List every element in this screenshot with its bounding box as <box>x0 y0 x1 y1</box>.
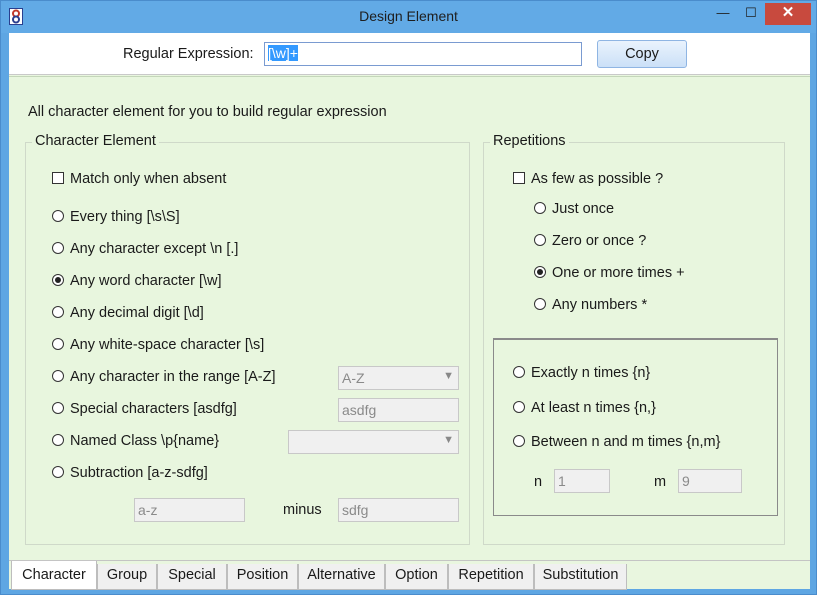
option-label: Between n and m times {n,m} <box>531 434 721 450</box>
tab-character[interactable]: Character <box>11 561 97 590</box>
tab-repetition[interactable]: Repetition <box>448 564 534 590</box>
rep-option-one-or-more[interactable]: One or more times + <box>534 265 685 281</box>
option-label: Subtraction [a-z-sdfg] <box>70 465 208 481</box>
radio-circle[interactable] <box>52 306 64 318</box>
panel-description: All character element for you to build r… <box>28 104 387 120</box>
minimize-icon[interactable]: — <box>709 3 737 25</box>
count-options-box: Exactly n times {n} At least n times {n,… <box>493 338 778 516</box>
client-area: Regular Expression: [\w]+ Copy All chara… <box>9 33 810 590</box>
count-option-exactly[interactable]: Exactly n times {n} <box>513 365 650 381</box>
char-option-decimal-digit[interactable]: Any decimal digit [\d] <box>52 305 204 321</box>
radio-circle[interactable] <box>534 202 546 214</box>
char-option-range[interactable]: Any character in the range [A-Z] <box>52 369 276 385</box>
m-label: m <box>654 474 667 490</box>
option-label: Any white-space character [\s] <box>70 337 265 353</box>
radio-circle[interactable] <box>513 366 525 378</box>
chevron-down-icon[interactable]: ▼ <box>443 370 454 382</box>
option-label: Every thing [\s\S] <box>70 209 180 225</box>
title-bar[interactable]: Design Element — ☐ ✕ <box>1 1 816 33</box>
range-value: A-Z <box>342 370 365 386</box>
char-option-named-class[interactable]: Named Class \p{name} <box>52 433 219 449</box>
minus-label: minus <box>283 502 322 518</box>
radio-circle[interactable] <box>513 401 525 413</box>
count-option-between[interactable]: Between n and m times {n,m} <box>513 434 720 450</box>
regex-input[interactable]: [\w]+ <box>264 42 582 66</box>
close-icon[interactable]: ✕ <box>765 3 811 25</box>
tab-group[interactable]: Group <box>97 564 157 590</box>
char-option-every-thing[interactable]: Every thing [\s\S] <box>52 209 180 225</box>
subtraction-from-input[interactable]: a-z <box>134 498 245 522</box>
radio-circle-selected[interactable] <box>52 274 64 286</box>
option-label: Just once <box>552 201 615 217</box>
maximize-icon[interactable]: ☐ <box>737 3 765 25</box>
copy-button[interactable]: Copy <box>597 40 687 68</box>
checkbox-box[interactable] <box>52 172 64 184</box>
named-class-dropdown[interactable]: ▼ <box>288 430 459 454</box>
radio-circle[interactable] <box>534 298 546 310</box>
tab-alternative[interactable]: Alternative <box>298 564 385 590</box>
tab-panel-character: All character element for you to build r… <box>9 76 810 560</box>
tab-option[interactable]: Option <box>385 564 448 590</box>
tab-bar: Character Group Special Position Alterna… <box>9 560 810 590</box>
radio-circle[interactable] <box>513 435 525 447</box>
radio-circle[interactable] <box>534 234 546 246</box>
char-option-word-character[interactable]: Any word character [\w] <box>52 273 222 289</box>
radio-circle[interactable] <box>52 466 64 478</box>
rep-option-any-numbers[interactable]: Any numbers * <box>534 297 647 313</box>
radio-circle[interactable] <box>52 242 64 254</box>
match-absent-checkbox[interactable]: Match only when absent <box>52 171 226 187</box>
radio-circle[interactable] <box>52 370 64 382</box>
option-label: Any character except \n [.] <box>70 241 239 257</box>
regex-label: Regular Expression: <box>123 46 254 62</box>
option-label: Any character in the range [A-Z] <box>70 369 276 385</box>
character-element-title: Character Element <box>32 133 159 149</box>
char-option-white-space[interactable]: Any white-space character [\s] <box>52 337 264 353</box>
repetitions-group: Repetitions As few as possible ? Just on… <box>483 133 785 545</box>
window-title: Design Element <box>359 8 458 24</box>
few-as-possible-checkbox[interactable]: As few as possible ? <box>513 171 663 187</box>
count-option-at-least[interactable]: At least n times {n,} <box>513 400 656 416</box>
radio-circle[interactable] <box>52 338 64 350</box>
option-label: Any word character [\w] <box>70 273 222 289</box>
n-label: n <box>534 474 543 490</box>
few-as-possible-label: As few as possible ? <box>531 171 664 187</box>
tab-substitution[interactable]: Substitution <box>534 564 627 590</box>
regex-value: [\w]+ <box>268 45 298 61</box>
chevron-down-icon[interactable]: ▼ <box>443 434 454 446</box>
option-label: Zero or once ? <box>552 233 647 249</box>
checkbox-box[interactable] <box>513 172 525 184</box>
m-input[interactable]: 9 <box>678 469 742 493</box>
rep-option-zero-or-once[interactable]: Zero or once ? <box>534 233 646 249</box>
option-label: Special characters [asdfg] <box>70 401 237 417</box>
radio-circle[interactable] <box>52 210 64 222</box>
subtraction-minus-input[interactable]: sdfg <box>338 498 459 522</box>
option-label: Exactly n times {n} <box>531 365 651 381</box>
option-label: Any numbers * <box>552 297 648 313</box>
char-option-any-except-newline[interactable]: Any character except \n [.] <box>52 241 238 257</box>
design-element-window: Design Element — ☐ ✕ Regular Expression:… <box>0 0 817 595</box>
radio-circle[interactable] <box>52 434 64 446</box>
special-chars-input[interactable]: asdfg <box>338 398 459 422</box>
match-absent-label: Match only when absent <box>70 171 227 187</box>
regex-toolbar: Regular Expression: [\w]+ Copy <box>9 33 810 75</box>
option-label: Named Class \p{name} <box>70 433 220 449</box>
tab-position[interactable]: Position <box>227 564 298 590</box>
character-element-group: Character Element Match only when absent… <box>25 133 470 545</box>
radio-circle-selected[interactable] <box>534 266 546 278</box>
repetitions-title: Repetitions <box>490 133 569 149</box>
rep-option-just-once[interactable]: Just once <box>534 201 614 217</box>
range-dropdown[interactable]: A-Z ▼ <box>338 366 459 390</box>
char-option-subtraction[interactable]: Subtraction [a-z-sdfg] <box>52 465 208 481</box>
char-option-special[interactable]: Special characters [asdfg] <box>52 401 237 417</box>
option-label: Any decimal digit [\d] <box>70 305 204 321</box>
tab-special[interactable]: Special <box>157 564 227 590</box>
option-label: One or more times + <box>552 265 685 281</box>
n-input[interactable]: 1 <box>554 469 610 493</box>
option-label: At least n times {n,} <box>531 400 656 416</box>
radio-circle[interactable] <box>52 402 64 414</box>
